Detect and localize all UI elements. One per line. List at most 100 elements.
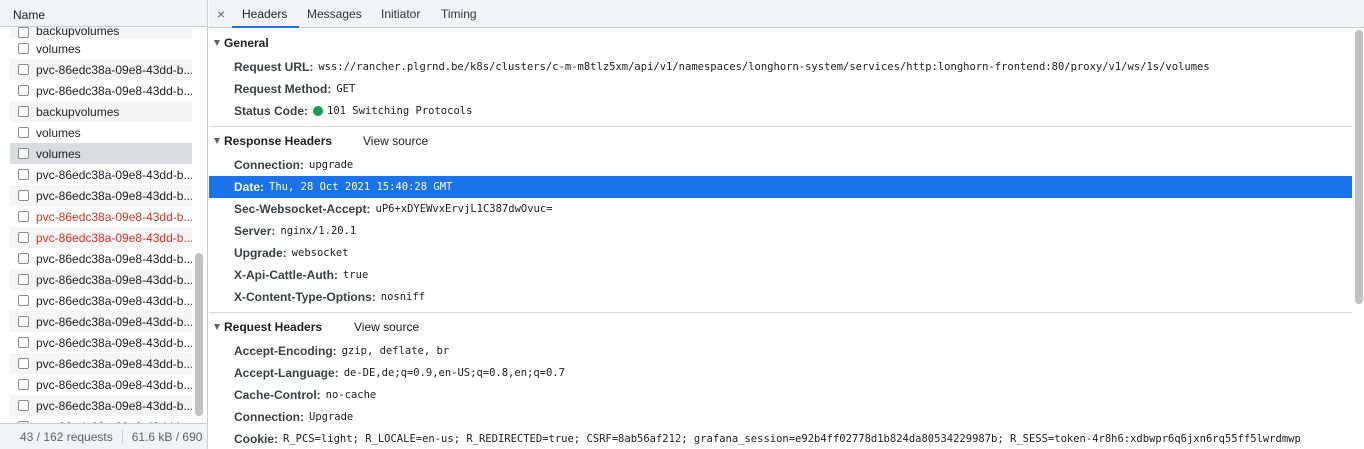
request-row[interactable]: pvc-86edc38a-09e8-43dd-b... [10,227,192,248]
request-name: pvc-86edc38a-09e8-43dd-b... [36,83,192,98]
request-checkbox[interactable] [18,190,29,201]
request-row[interactable]: pvc-86edc38a-09e8-43dd-b... [10,374,192,395]
request-count: 43 / 162 requests [20,429,113,444]
header-row[interactable]: Request Method: GET [209,78,1352,100]
request-name: volumes [36,125,81,140]
header-row[interactable]: Server: nginx/1.20.1 [209,220,1352,242]
header-row[interactable]: Connection: upgrade [209,154,1352,176]
header-row[interactable]: Sec-Websocket-Accept: uP6+xDYEWvxErvjL1C3… [209,198,1352,220]
request-row[interactable]: pvc-86edc38a-09e8-43dd-b... [10,206,192,227]
response-view-source-link[interactable]: View source [363,134,428,148]
request-row[interactable]: volumes [10,122,192,143]
request-checkbox[interactable] [18,85,29,96]
request-name: volumes [36,41,81,56]
name-column-header[interactable]: Name [0,0,207,27]
request-row[interactable]: pvc-86edc38a-09e8-43dd-b... [10,59,192,80]
status-dot-icon [313,106,324,116]
general-section-toggle[interactable]: General [209,36,269,50]
header-row[interactable]: Date: Thu, 28 Oct 2021 15:40:28 GMT [209,176,1352,198]
header-value: gzip, deflate, br [341,345,450,357]
request-checkbox[interactable] [18,64,29,75]
request-checkbox[interactable] [18,295,29,306]
header-row[interactable]: Connection: Upgrade [209,406,1352,428]
header-row[interactable]: Upgrade: websocket [209,242,1352,264]
request-list-scrollbar[interactable] [195,253,203,416]
request-row[interactable]: pvc-86edc38a-09e8-43dd-b... [10,269,192,290]
request-row[interactable]: pvc-86edc38a-09e8-43dd-b... [10,332,192,353]
request-name: pvc-86edc38a-09e8-43dd-b... [36,398,192,413]
section-divider [209,126,1352,127]
request-row[interactable]: pvc-86edc38a-09e8-43dd-b... [10,80,192,101]
header-row[interactable]: Cookie: R_PCS=light; R_LOCALE=en-us; R_RE… [209,428,1352,449]
transferred-size: 61.6 kB / 690 [131,429,203,444]
close-icon[interactable]: × [217,6,225,22]
details-scrollbar[interactable] [1355,30,1363,304]
header-key: Connection: [234,158,304,172]
request-row[interactable]: pvc-86edc38a-09e8-43dd-b... [10,353,192,374]
tab-headers[interactable]: Headers [242,7,287,21]
header-value: uP6+xDYEWvxErvjL1C387dwOvuc= [375,203,553,215]
tab-timing[interactable]: Timing [441,7,477,21]
request-checkbox[interactable] [18,274,29,285]
request-checkbox[interactable] [18,211,29,222]
request-row[interactable]: pvc-86edc38a-09e8-43dd-b... [10,311,192,332]
request-checkbox[interactable] [18,232,29,243]
header-value: wss://rancher.plgrnd.be/k8s/clusters/c-m… [318,61,1210,73]
request-details-pane: × Headers Messages Initiator Timing Gene… [209,0,1364,449]
header-value: Upgrade [309,411,354,423]
request-checkbox[interactable] [18,169,29,180]
tab-messages[interactable]: Messages [307,7,362,21]
request-checkbox[interactable] [18,43,29,54]
triangle-down-icon [214,138,220,145]
request-row[interactable]: pvc-86edc38a-09e8-43dd-b... [10,416,192,423]
request-list-pane: Name backupvolumes volumes pvc-86edc38a-09… [0,0,208,449]
header-row[interactable]: Status Code: 101 Switching Protocols [209,100,1352,122]
request-name: backupvolumes [36,104,120,119]
request-checkbox[interactable] [18,127,29,138]
request-checkbox[interactable] [18,379,29,390]
request-row[interactable]: pvc-86edc38a-09e8-43dd-b... [10,290,192,311]
request-row[interactable]: pvc-86edc38a-09e8-43dd-b... [10,248,192,269]
header-row[interactable]: X-Content-Type-Options: nosniff [209,286,1352,308]
header-row[interactable]: Accept-Language: de-DE,de;q=0.9,en-US;q=0… [209,362,1352,384]
request-row[interactable]: backupvolumes [10,27,192,38]
header-row[interactable]: Cache-Control: no-cache [209,384,1352,406]
request-checkbox[interactable] [18,337,29,348]
header-row[interactable]: Request URL: wss://rancher.plgrnd.be/k8s/… [209,56,1352,78]
request-row[interactable]: volumes [10,38,192,59]
request-checkbox[interactable] [18,148,29,159]
header-row[interactable]: X-Api-Cattle-Auth: true [209,264,1352,286]
request-view-source-link[interactable]: View source [354,320,419,334]
header-row[interactable]: Accept-Encoding: gzip, deflate, br [209,340,1352,362]
request-headers-toggle[interactable]: Request Headers [209,320,322,334]
request-name: pvc-86edc38a-09e8-43dd-b... [36,209,192,224]
request-row[interactable]: pvc-86edc38a-09e8-43dd-b... [10,185,192,206]
headers-view: General Request URL: wss://rancher.plgrnd… [209,29,1352,449]
request-checkbox[interactable] [18,106,29,117]
request-row[interactable]: pvc-86edc38a-09e8-43dd-b... [10,395,192,416]
request-row[interactable]: pvc-86edc38a-09e8-43dd-b... [10,164,192,185]
header-key: Date: [234,180,265,194]
request-checkbox[interactable] [18,27,29,38]
header-key: Request Method: [234,82,332,96]
header-key: Accept-Language: [234,366,339,380]
header-key: Request URL: [234,60,314,74]
header-key: Upgrade: [234,246,287,260]
request-checkbox[interactable] [18,316,29,327]
header-value: nginx/1.20.1 [280,225,357,237]
header-key: X-Content-Type-Options: [234,290,376,304]
request-checkbox[interactable] [18,400,29,411]
request-row[interactable]: backupvolumes [10,101,192,122]
header-value: Thu, 28 Oct 2021 15:40:28 GMT [269,181,453,193]
active-tab-indicator [232,26,299,28]
header-key: X-Api-Cattle-Auth: [234,268,338,282]
request-row[interactable]: volumes [10,143,192,164]
tab-initiator[interactable]: Initiator [381,7,420,21]
response-headers-toggle[interactable]: Response Headers [209,134,332,148]
request-checkbox[interactable] [18,253,29,264]
request-name: pvc-86edc38a-09e8-43dd-b... [36,230,192,245]
request-name: pvc-86edc38a-09e8-43dd-b... [36,377,192,392]
header-value: R_PCS=light; R_LOCALE=en-us; R_REDIRECTE… [283,433,1301,445]
request-name: pvc-86edc38a-09e8-43dd-b... [36,167,192,182]
request-checkbox[interactable] [18,358,29,369]
